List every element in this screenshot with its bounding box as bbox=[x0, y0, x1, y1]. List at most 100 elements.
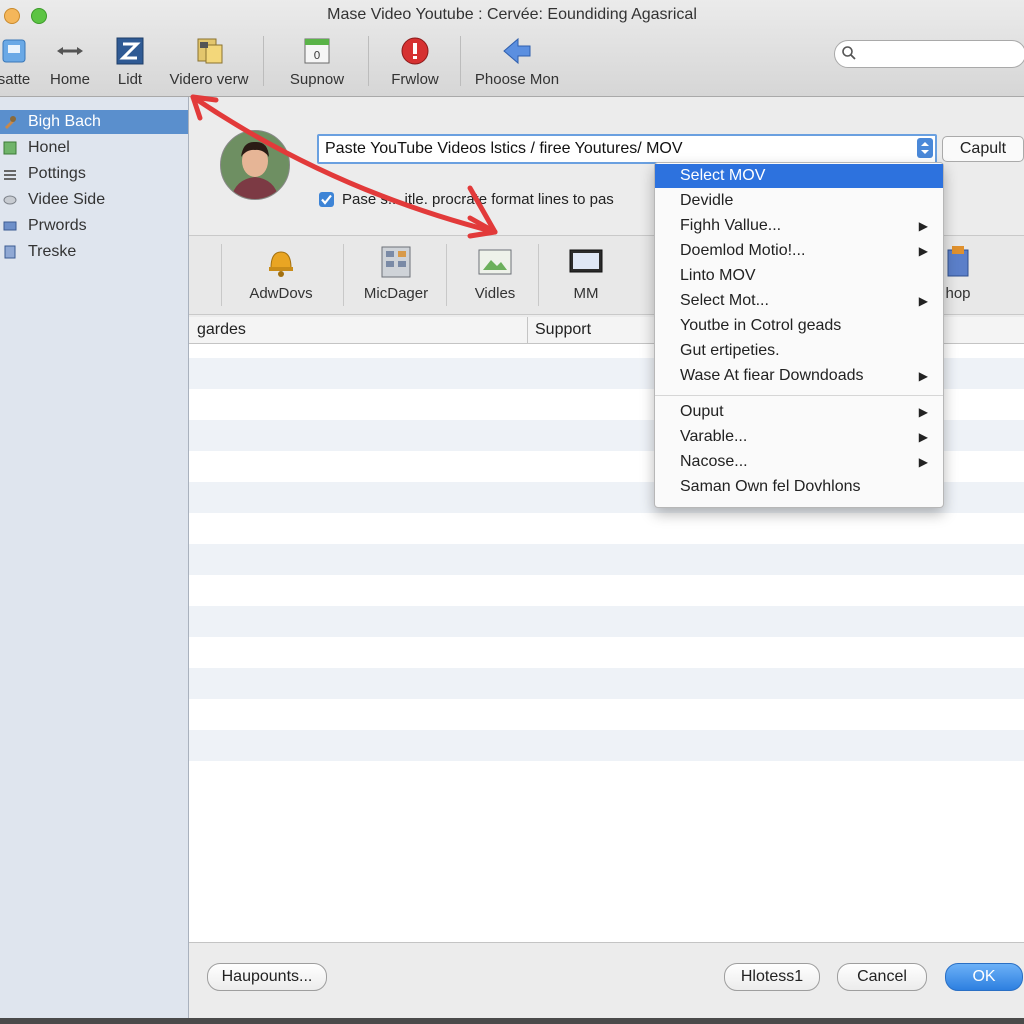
menu-item[interactable]: Linto MOV bbox=[655, 264, 943, 288]
search-input[interactable] bbox=[834, 40, 1024, 68]
menu-item[interactable]: Select MOV bbox=[655, 164, 943, 188]
toolbar-label: Lidt bbox=[117, 71, 143, 88]
ok-button[interactable]: OK bbox=[945, 963, 1023, 991]
sidebar-item-treske[interactable]: Treske bbox=[0, 240, 188, 264]
toolbar-button-frwlow[interactable]: Frwlow bbox=[382, 34, 448, 92]
toolbar-label: Home bbox=[49, 71, 90, 88]
toolbar-label: Videro verw bbox=[169, 71, 249, 88]
toolbar-separator bbox=[368, 36, 369, 86]
menu-item[interactable]: Doemlod Motio!... ▶ bbox=[655, 239, 943, 263]
strip-separator bbox=[446, 244, 447, 306]
sidebar-item-pottings[interactable]: Pottings bbox=[0, 162, 188, 186]
strip-button-mm[interactable]: MM bbox=[551, 242, 621, 308]
tools-icon bbox=[5, 116, 16, 129]
window-title: Mase Video Youtube : Cervée: Eoundiding … bbox=[327, 6, 697, 23]
sidebar-item-label: Pottings bbox=[28, 165, 86, 182]
menu-item-label: Saman Own fel Dovhlons bbox=[680, 478, 861, 495]
strip-label: AdwDovs bbox=[249, 285, 313, 302]
menu-item[interactable]: Gut ertipeties. bbox=[655, 339, 943, 363]
menu-item-label: Gut ertipeties. bbox=[680, 342, 780, 359]
menu-item-label: Doemlod Motio!... bbox=[680, 242, 806, 259]
menu-item[interactable]: Wase At fiear Downdoads ▶ bbox=[655, 364, 943, 388]
toolbar-label: Phoose Mon bbox=[474, 71, 560, 88]
strip-separator bbox=[221, 244, 222, 306]
table-row[interactable] bbox=[189, 606, 1024, 637]
menu-item[interactable]: Select Mot... ▶ bbox=[655, 289, 943, 313]
monitor-icon bbox=[3, 141, 17, 155]
toolbar-label: Frwlow bbox=[391, 71, 439, 88]
checkmark-icon bbox=[321, 194, 332, 205]
network-icon bbox=[3, 221, 17, 231]
menu-item[interactable]: Nacose... ▶ bbox=[655, 450, 943, 474]
toolbar-separator bbox=[263, 36, 264, 86]
grid-icon bbox=[381, 246, 411, 278]
submenu-arrow-icon: ▶ bbox=[918, 455, 928, 469]
table-row[interactable] bbox=[189, 730, 1024, 761]
menu-item[interactable]: Fighh Vallue... ▶ bbox=[655, 214, 943, 238]
sidebar-item-bigh-bach[interactable]: Bigh Bach bbox=[0, 110, 188, 134]
menu-item[interactable]: Saman Own fel Dovhlons bbox=[655, 475, 943, 499]
toolbar-label: satte bbox=[0, 71, 31, 88]
table-row[interactable] bbox=[189, 668, 1024, 699]
app-window: Mase Video Youtube : Cervée: Eoundiding … bbox=[0, 0, 1024, 1018]
sidebar-item-prwords[interactable]: Prwords bbox=[0, 214, 188, 238]
strip-button-adwdovs[interactable]: AdwDovs bbox=[235, 242, 327, 308]
column-header[interactable]: Support bbox=[535, 321, 591, 339]
avatar bbox=[220, 130, 290, 200]
disk-icon bbox=[3, 195, 17, 205]
submenu-arrow-icon: ▶ bbox=[918, 430, 928, 444]
hotkeys-button[interactable]: Hlotess1 bbox=[724, 963, 820, 991]
menu-item[interactable]: Youtbe in Cotrol geads bbox=[655, 314, 943, 338]
toolbar-button-satte[interactable]: satte bbox=[0, 34, 40, 92]
option-checkbox[interactable] bbox=[319, 192, 334, 207]
haupounts-button[interactable]: Haupounts... bbox=[207, 963, 327, 991]
toolbar-button-home[interactable]: Home bbox=[44, 34, 96, 92]
sidebar-item-honel[interactable]: Honel bbox=[0, 136, 188, 160]
arrows-icon bbox=[57, 47, 83, 55]
film-icon bbox=[197, 38, 223, 64]
menu-item-label: Devidle bbox=[680, 192, 734, 209]
toolbar: Mase Video Youtube : Cervée: Eoundiding … bbox=[0, 0, 1024, 97]
calendar-icon: 0 bbox=[304, 38, 330, 64]
submenu-arrow-icon: ▶ bbox=[918, 244, 928, 258]
sidebar-item-label: Videe Side bbox=[28, 191, 106, 208]
toolbar-label: Supnow bbox=[289, 71, 345, 88]
checkbox-label: Pase s... itle. procrate format lines to… bbox=[342, 191, 614, 208]
sidebar-item-label: Honel bbox=[28, 139, 70, 156]
toolbar-button-phoose-mon[interactable]: Phoose Mon bbox=[470, 34, 564, 92]
url-input[interactable]: Paste YouTube Videos lstics / firee Yout… bbox=[317, 134, 937, 164]
screen-icon bbox=[569, 249, 603, 273]
strip-separator bbox=[343, 244, 344, 306]
strip-button-micdager[interactable]: MicDager bbox=[349, 242, 443, 308]
list-icon bbox=[116, 37, 144, 65]
column-separator[interactable] bbox=[527, 317, 528, 343]
menu-item[interactable]: Devidle bbox=[655, 189, 943, 213]
menu-item-label: Select Mot... bbox=[680, 292, 769, 309]
toolbar-button-supnow[interactable]: 0 Supnow bbox=[282, 34, 352, 92]
submenu-arrow-icon: ▶ bbox=[918, 405, 928, 419]
package-icon bbox=[947, 246, 969, 277]
toolbar-button-lidt[interactable]: Lidt bbox=[108, 34, 152, 92]
menu-item-label: Varable... bbox=[680, 428, 748, 445]
lines-icon bbox=[4, 170, 16, 180]
strip-separator bbox=[538, 244, 539, 306]
sidebar-item-videe-side[interactable]: Videe Side bbox=[0, 188, 188, 212]
menu-item-label: Select MOV bbox=[680, 167, 766, 184]
capture-button[interactable]: Capult bbox=[942, 136, 1024, 162]
menu-item-label: Fighh Vallue... bbox=[680, 217, 782, 234]
svg-text:0: 0 bbox=[314, 49, 321, 62]
sidebar-item-label: Bigh Bach bbox=[28, 113, 101, 130]
button-bar: Haupounts... Hlotess1 Cancel OK bbox=[189, 942, 1024, 1018]
menu-item[interactable]: Varable... ▶ bbox=[655, 425, 943, 449]
stop-icon bbox=[401, 37, 429, 65]
document-icon bbox=[4, 245, 16, 259]
strip-label: Vidles bbox=[474, 285, 516, 302]
column-header[interactable]: gardes bbox=[197, 321, 246, 339]
strip-button-vidles[interactable]: Vidles bbox=[453, 242, 537, 308]
menu-item[interactable]: Ouput ▶ bbox=[655, 400, 943, 424]
table-row[interactable] bbox=[189, 544, 1024, 575]
cancel-button[interactable]: Cancel bbox=[837, 963, 927, 991]
stepper-icon[interactable] bbox=[917, 138, 933, 158]
strip-label: MM bbox=[573, 285, 599, 302]
toolbar-button-video-view[interactable]: Videro verw bbox=[164, 34, 254, 92]
